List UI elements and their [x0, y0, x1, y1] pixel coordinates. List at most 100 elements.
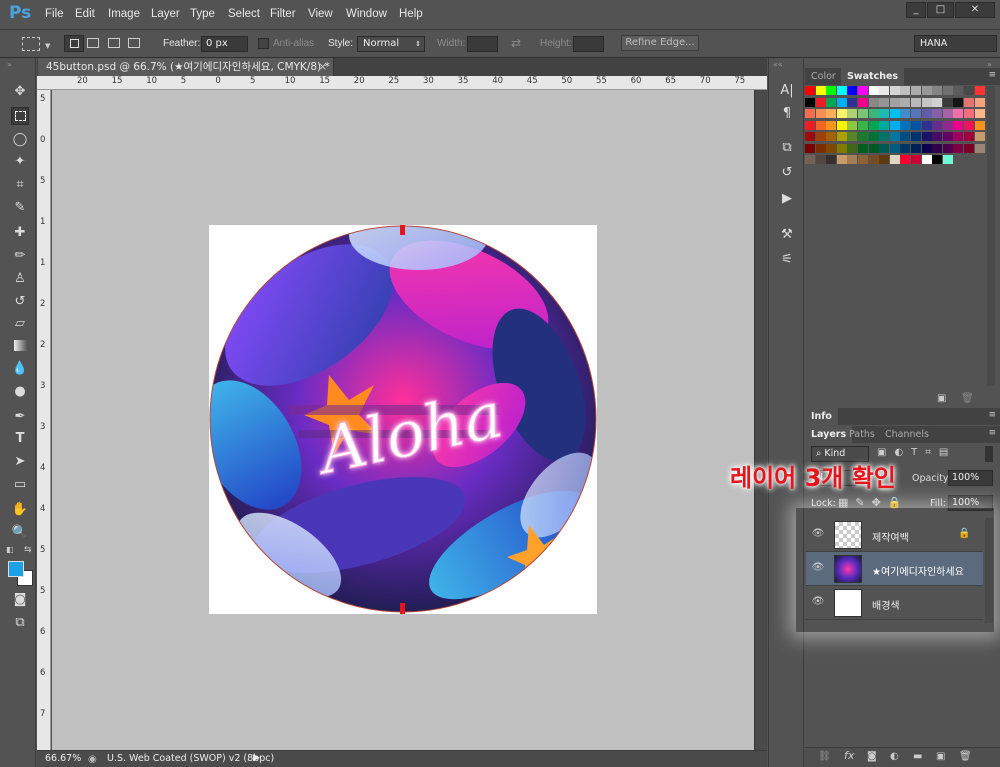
menu-filter[interactable]: Filter [270, 8, 296, 20]
menu-select[interactable]: Select [228, 8, 260, 20]
history-brush-tool-icon[interactable]: ↺ [11, 293, 29, 311]
color-swatch[interactable] [964, 109, 974, 118]
menu-view[interactable]: View [308, 8, 333, 20]
color-swatch[interactable] [889, 97, 900, 107]
color-swatch[interactable] [858, 143, 868, 153]
preview-icon[interactable]: ◉ [88, 752, 97, 767]
color-swatch[interactable] [815, 97, 826, 107]
shape-tool-icon[interactable]: ▭ [11, 476, 29, 494]
paragraph-panel-icon[interactable]: ¶ [779, 106, 795, 122]
antialias-checkbox[interactable] [258, 38, 269, 49]
color-swatch[interactable] [847, 97, 858, 107]
swatches-scrollbar[interactable] [987, 86, 995, 386]
new-layer-icon[interactable]: ▣ [936, 751, 945, 762]
color-swatch[interactable] [868, 132, 879, 141]
layers-scrollbar[interactable] [985, 518, 993, 623]
gradient-tool-icon[interactable] [11, 337, 29, 355]
color-swatch[interactable] [964, 143, 974, 153]
panel-menu-icon[interactable]: ≡ [988, 70, 996, 80]
chevron-down-icon[interactable]: ▼ [45, 42, 50, 50]
delete-swatch-icon[interactable]: 🗑 [961, 393, 974, 404]
color-swatch[interactable] [889, 132, 900, 141]
color-swatch[interactable] [964, 132, 974, 141]
new-group-icon[interactable]: ▬ [913, 751, 922, 762]
color-swatch[interactable] [879, 143, 890, 153]
color-swatch[interactable] [836, 86, 847, 95]
tab-swatches[interactable]: Swatches [841, 68, 905, 85]
color-swatch[interactable] [932, 86, 943, 95]
brush-tool-icon[interactable]: ✏ [11, 247, 29, 265]
color-swatch[interactable] [868, 143, 879, 153]
color-swatch[interactable] [826, 120, 837, 130]
color-swatch[interactable] [868, 86, 879, 95]
magic-wand-tool-icon[interactable]: ✦ [11, 153, 29, 171]
eye-icon[interactable]: 👁 [811, 528, 825, 539]
actions-panel-icon[interactable]: ↺ [779, 165, 795, 181]
color-swatch[interactable] [868, 155, 879, 164]
status-menu-arrow-icon[interactable]: ▶ [253, 751, 260, 766]
swap-colors-icon[interactable]: ⇆ [24, 545, 32, 555]
delete-layer-icon[interactable]: 🗑 [959, 751, 972, 762]
color-swatch[interactable] [964, 97, 974, 107]
link-layers-icon[interactable]: ⛓ [818, 751, 831, 762]
layer-row[interactable]: 👁 제작여백 🔒 [806, 518, 983, 552]
color-swatch[interactable] [974, 143, 985, 153]
vertical-scrollbar[interactable] [754, 90, 767, 750]
color-swatch[interactable] [836, 132, 847, 141]
color-swatch[interactable] [889, 143, 900, 153]
color-swatch[interactable] [858, 120, 868, 130]
close-tab-icon[interactable]: × [318, 58, 327, 76]
color-swatch[interactable] [911, 155, 921, 164]
tab-color[interactable]: Color [805, 68, 842, 85]
screen-mode-icon[interactable]: ⧉ [11, 614, 29, 632]
color-swatch[interactable] [942, 86, 953, 95]
color-swatch[interactable] [815, 109, 826, 118]
color-swatch[interactable] [889, 109, 900, 118]
color-swatch[interactable] [932, 109, 943, 118]
color-swatch[interactable] [879, 155, 890, 164]
color-swatch[interactable] [900, 155, 911, 164]
color-swatch[interactable] [911, 132, 921, 141]
feather-input[interactable]: 0 px [201, 36, 248, 52]
new-selection-button[interactable] [64, 35, 84, 52]
color-swatch[interactable] [900, 97, 911, 107]
expand-dock-icon[interactable]: «« [773, 60, 783, 69]
tab-info[interactable]: Info [805, 408, 838, 425]
color-swatch[interactable] [858, 97, 868, 107]
color-swatch[interactable] [900, 143, 911, 153]
color-swatch[interactable] [879, 120, 890, 130]
menu-edit[interactable]: Edit [75, 8, 95, 20]
info-panel-menu-icon[interactable]: ≡ [988, 410, 996, 420]
menu-file[interactable]: File [45, 8, 64, 20]
menu-type[interactable]: Type [190, 8, 215, 20]
color-swatch[interactable] [911, 97, 921, 107]
color-swatch[interactable] [974, 109, 985, 118]
color-swatch[interactable] [900, 109, 911, 118]
color-swatch[interactable] [921, 143, 932, 153]
workspace-select[interactable]: HANA [914, 35, 997, 52]
color-swatch[interactable] [847, 132, 858, 141]
color-swatch[interactable] [836, 120, 847, 130]
color-swatch[interactable] [921, 132, 932, 141]
adjustment-layer-icon[interactable]: ◐ [890, 751, 899, 762]
foreground-color-swatch[interactable] [8, 561, 24, 577]
color-swatch[interactable] [932, 132, 943, 141]
zoom-tool-icon[interactable]: 🔍 [11, 524, 29, 542]
menu-image[interactable]: Image [108, 8, 140, 20]
refine-edge-button[interactable]: Refine Edge... [621, 35, 699, 51]
crop-tool-icon[interactable]: ⌗ [11, 176, 29, 194]
color-swatch[interactable] [847, 120, 858, 130]
color-swatch[interactable] [879, 86, 890, 95]
layer-filter-icons[interactable]: ▣◐T⌗▤ [877, 447, 956, 458]
clone-stamp-tool-icon[interactable]: ♙ [11, 270, 29, 288]
menu-window[interactable]: Window [346, 8, 387, 20]
marquee-preset-icon[interactable] [22, 37, 40, 51]
color-swatch[interactable] [942, 97, 953, 107]
color-swatch[interactable] [964, 86, 974, 95]
color-swatch[interactable] [921, 109, 932, 118]
lock-icons[interactable]: ▦✎✥🔒 [838, 496, 909, 509]
color-swatch[interactable] [932, 120, 943, 130]
color-swatch[interactable] [953, 86, 964, 95]
color-swatch[interactable] [942, 132, 953, 141]
color-swatch[interactable] [911, 143, 921, 153]
